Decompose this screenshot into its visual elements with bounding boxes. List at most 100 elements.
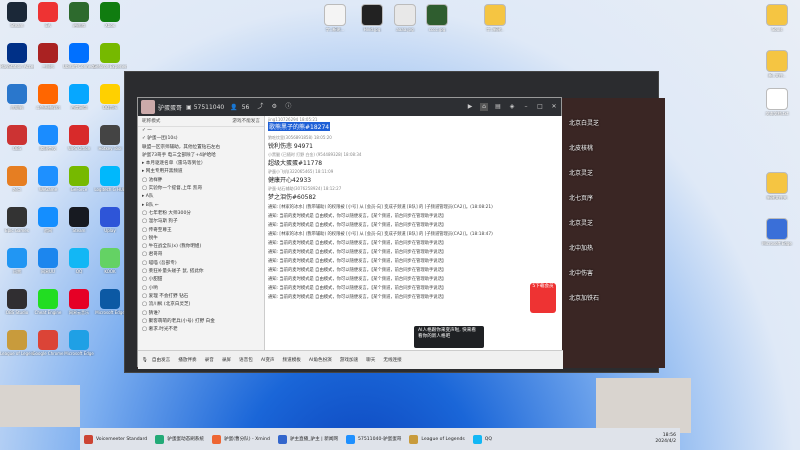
taskbar-app[interactable]: QQ [472, 434, 492, 444]
message-text[interactable]: 歌熊黑子的熊#18274 [268, 122, 331, 131]
channel-item[interactable]: ◯ 牛在战全队(x) (我你明姐) [138, 243, 264, 251]
desktop-icon[interactable]: EA [31, 2, 65, 28]
taskbar-app[interactable]: 驴蛋(曹分队) - Xmind [212, 434, 270, 444]
desktop-icon[interactable]: Geforce Experience [93, 43, 127, 69]
desktop-icon[interactable]: OBS Studio [0, 289, 34, 315]
toolbar-button[interactable]: AI变声 [261, 357, 275, 363]
desktop-icon[interactable]: 网易云音乐 [62, 289, 96, 315]
channel-item[interactable]: ✓ 一 [138, 127, 264, 135]
video-icon[interactable]: ▶ [466, 103, 474, 111]
maximize-icon[interactable]: □ [536, 103, 544, 111]
desktop-icon[interactable]: WeGame [31, 166, 65, 192]
desktop-icon[interactable]: 逍遥游 [62, 2, 96, 28]
close-icon[interactable]: ✕ [550, 103, 558, 111]
channel-item[interactable]: ▸ A队 [138, 193, 264, 201]
desktop-file-icon[interactable]: Souls [760, 4, 794, 32]
desktop-icon[interactable]: KOOK [93, 248, 127, 274]
avatar[interactable] [141, 100, 155, 114]
message-text[interactable]: 健康开心42933 [268, 175, 559, 184]
desktop-icon[interactable]: Xbox [93, 2, 127, 28]
message-text[interactable]: 锐利伤悲 94971 [268, 141, 559, 150]
desktop-icon[interactable]: Logitech G HUB [93, 166, 127, 192]
desktop-icon[interactable]: 腾讯会议 [31, 125, 65, 151]
desktop-icon[interactable]: WPS Office [62, 125, 96, 151]
desktop-icon[interactable]: Google Chrome [31, 330, 65, 356]
filter-dropdown[interactable]: 昵称模式 [142, 118, 160, 124]
toolbar-button[interactable]: 录音 [205, 357, 214, 363]
channel-item[interactable]: 联盟一区宗师辅助，其他位置钻石左右 [138, 144, 264, 152]
channel-item[interactable]: ◯ 池样胖 [138, 177, 264, 185]
taskbar-app[interactable]: League of Legends [409, 434, 465, 444]
channel-item[interactable]: ◯ 流川枫 (北京白灵芝) [138, 301, 264, 309]
home-icon[interactable]: ⌂ [480, 103, 488, 111]
channel-item[interactable]: ◯ 喵喵 (吾部专) [138, 260, 264, 268]
taskbar-app[interactable]: 57511040-驴蛋蛋哥 [345, 434, 401, 444]
taskbar-app[interactable]: 驴蛋蛋动态刷系统 [155, 434, 204, 444]
channel-item[interactable]: ◯ 实验你一个提督,上年 凯哥 [138, 185, 264, 193]
desktop-icon[interactable]: Ubisoft Connect [62, 43, 96, 69]
toolbar-button[interactable]: 自由发言 [152, 357, 170, 363]
desktop-file-icon[interactable]: Hvid.jpg [355, 4, 389, 32]
settings-icon[interactable]: ⚙ [270, 103, 278, 111]
channel-item[interactable]: ✓ 驴蛋一团(10s) [138, 135, 264, 143]
desktop-icon[interactable]: Cheat Engine [31, 289, 65, 315]
desktop-icon[interactable]: 斗鱼直播伴侣 [31, 84, 65, 110]
toolbar-button[interactable]: 游戏加速 [340, 357, 358, 363]
voice-client-window[interactable]: 驴蛋蛋哥 ▣ 57511040 👤 56 ⤴ ⚙ ⓘ ▶ ⌂ ▤ ◈ – □ ✕… [137, 97, 563, 369]
taskbar-app[interactable]: Voicemeeter Standard [84, 434, 147, 444]
desktop-icon[interactable]: Hotkey Tool [93, 125, 127, 151]
channel-item[interactable]: ◯ 温尔马斯 狗子 [138, 218, 264, 226]
desktop-icon[interactable]: League of Legends [0, 330, 34, 356]
desktop-icon[interactable]: 网易UU [31, 248, 65, 274]
channel-item[interactable]: ◯ 猜谁？ [138, 310, 264, 318]
desktop-file-icon[interactable]: Microsoft Edge [760, 218, 794, 246]
desktop-icon[interactable]: OBS [0, 125, 34, 151]
toolbar-button[interactable]: 语音包 [239, 357, 253, 363]
desktop-file-icon[interactable]: 字..新建... [318, 4, 352, 32]
desktop-icon[interactable]: 此电脑 [0, 84, 34, 110]
desktop-icon[interactable]: 三国志 [31, 43, 65, 69]
channel-item[interactable]: ◯ 爱理 不会打野 钻石 [138, 293, 264, 301]
desktop-icon[interactable]: Microsoft Edge [93, 289, 127, 315]
clock[interactable]: 18:56 2024/4/2 [655, 433, 676, 445]
channel-item[interactable]: 驴蛋73哥手 电三全部除了+4驴哈哈 [138, 152, 264, 160]
channel-item[interactable]: ◯ 奢求.时光不老 [138, 326, 264, 334]
channel-item[interactable]: ◯ 锐牛 [138, 235, 264, 243]
desktop-file-icon[interactable]: aaaa.jpg [388, 4, 422, 32]
share-icon[interactable]: ⤴ [256, 103, 264, 111]
desktop-icon[interactable]: 迅雷 [0, 248, 34, 274]
channel-item[interactable]: ◯ 七年老粉 大师300分 [138, 210, 264, 218]
toolbar-button[interactable]: 无线连接 [383, 357, 401, 363]
taskbar-app[interactable]: 驴主直播_驴主 | 新闻网 [277, 434, 338, 444]
message-text[interactable]: 梦之泪伤#60582 [268, 192, 559, 201]
message-text[interactable]: 超级大蛋蛋#11778 [268, 158, 559, 167]
desktop-icon[interactable]: Epic Games [0, 207, 34, 233]
info-icon[interactable]: ⓘ [284, 103, 292, 111]
desktop-icon[interactable]: QQ [62, 248, 96, 274]
layout-icon[interactable]: ▤ [494, 103, 502, 111]
toolbar-button[interactable]: 聊天 [366, 357, 375, 363]
channel-item[interactable]: ▸ 本月驱逐名单（雷马等到位） [138, 160, 264, 168]
download-badge[interactable]: 5下载会员 [530, 283, 556, 313]
channel-item[interactable]: ◯ 小甜甜 [138, 276, 264, 284]
desktop-icon[interactable]: 起点 [0, 166, 34, 192]
channel-item[interactable]: ◯ 传奇至尊王 [138, 227, 264, 235]
desktop-icon[interactable]: 百度网盘 [62, 84, 96, 110]
desktop-file-icon[interactable]: 新建文件夹 [760, 172, 794, 200]
desktop-icon[interactable]: GeForce [62, 166, 96, 192]
channel-item[interactable]: ▸ B队 ← [138, 202, 264, 210]
desktop-icon[interactable]: PlayStation Accessories [0, 43, 34, 69]
toolbar-button[interactable]: 录屏 [222, 357, 231, 363]
channel-item[interactable]: ▸ 网主专用开黑频道 [138, 168, 264, 176]
gamepad-icon[interactable]: ◈ [508, 103, 516, 111]
desktop-icon[interactable]: Uplay [93, 207, 127, 233]
desktop-icon[interactable]: Steam [0, 2, 34, 28]
desktop-file-icon[interactable]: cccc.jpg [420, 4, 454, 32]
channel-item[interactable]: ◯ 聚客萌萌的老兵(小号) 打野 白金 [138, 318, 264, 326]
desktop-file-icon[interactable]: 文本文档.txt [760, 88, 794, 116]
desktop-icon[interactable]: Microsoft Edge [62, 330, 96, 356]
desktop-icon[interactable]: QQ音乐 [93, 84, 127, 110]
desktop-icon[interactable]: 战网 [31, 207, 65, 233]
channel-tab[interactable]: 游戏不能发言 [232, 118, 260, 124]
channel-item[interactable]: ◯ 君哥哥 [138, 251, 264, 259]
